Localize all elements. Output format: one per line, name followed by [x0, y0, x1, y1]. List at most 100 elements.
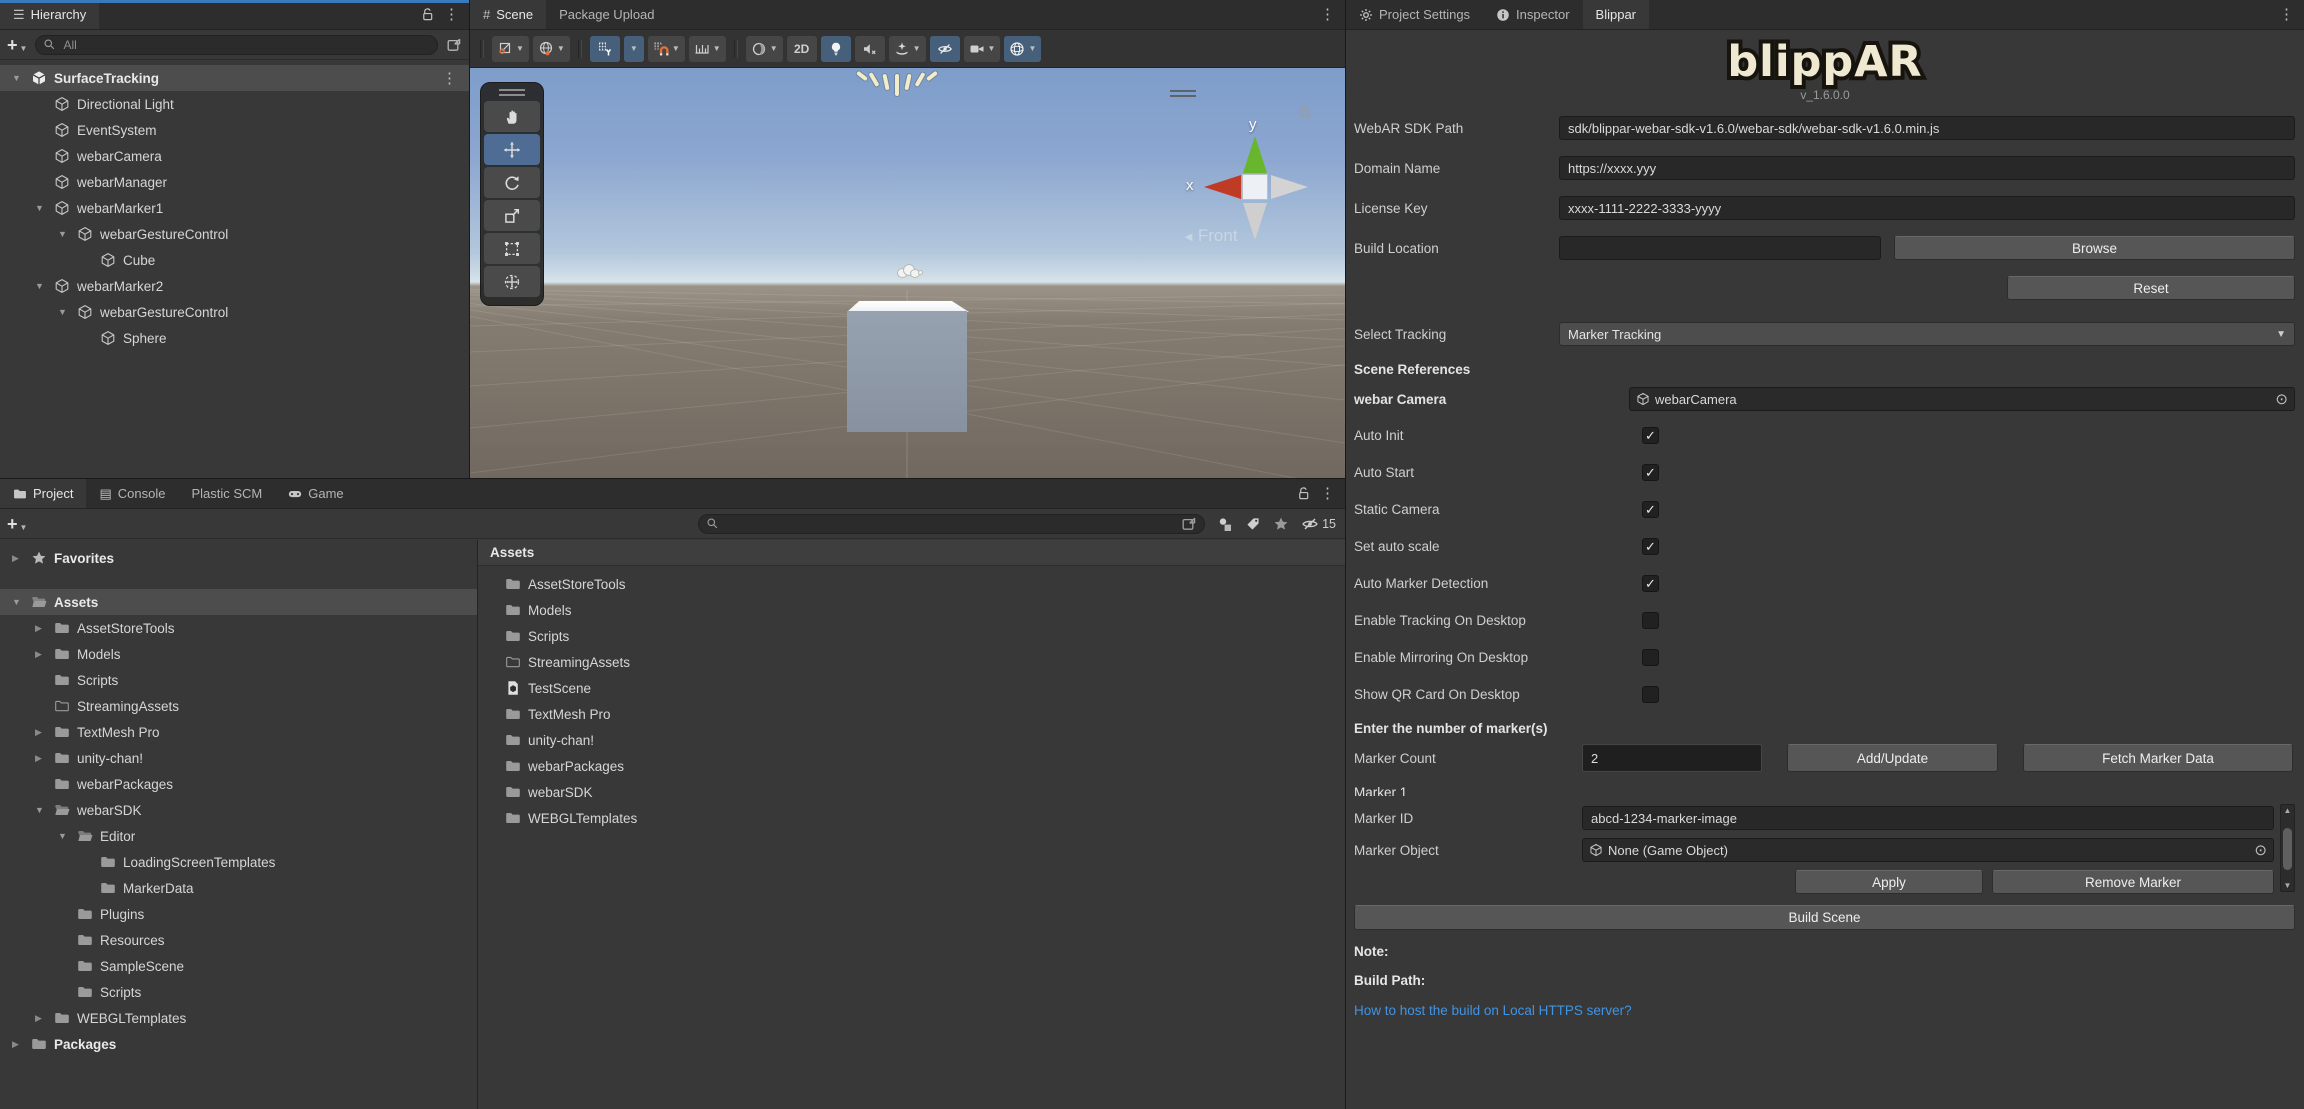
folder-tree-row[interactable]: LoadingScreenTemplates [0, 849, 477, 875]
hierarchy-row[interactable]: webarMarker1 ⋮ [0, 195, 469, 221]
folder-tree-row[interactable]: Resources [0, 927, 477, 953]
select-tracking-dropdown[interactable]: Marker Tracking ▼ [1559, 322, 2295, 346]
expand-arrow-icon[interactable] [12, 73, 31, 83]
expand-arrow-icon[interactable] [12, 553, 31, 564]
cube-object[interactable] [847, 311, 967, 432]
checkbox[interactable] [1642, 575, 1659, 592]
scrollbar-thumb[interactable] [2283, 828, 2292, 870]
hierarchy-row[interactable]: webarCamera ⋮ [0, 143, 469, 169]
audio-mute-button[interactable] [854, 35, 885, 62]
expand-arrow-icon[interactable] [35, 753, 54, 764]
webar-camera-object-field[interactable]: webarCamera ⊙ [1629, 387, 2295, 411]
checkbox[interactable] [1642, 649, 1659, 666]
checkbox[interactable] [1642, 501, 1659, 518]
view-direction-label[interactable]: ◄ Front [1182, 226, 1238, 246]
folder-tree-row[interactable]: Scripts [0, 667, 477, 693]
domain-name-field[interactable]: https://xxxx.yyy [1559, 156, 2295, 180]
hierarchy-row[interactable]: webarGestureControl ⋮ [0, 299, 469, 325]
gizmo-drag-handle[interactable] [1170, 90, 1196, 97]
tab-scene[interactable]: # Scene [470, 0, 547, 29]
expand-arrow-icon[interactable] [35, 623, 54, 634]
checkbox[interactable] [1642, 538, 1659, 555]
build-location-field[interactable] [1559, 236, 1881, 260]
pick-window-icon[interactable] [446, 37, 462, 53]
scrollbar-down-icon[interactable]: ▼ [2284, 881, 2292, 890]
filter-type-icon[interactable] [1217, 516, 1233, 532]
expand-arrow-icon[interactable] [58, 307, 77, 317]
apply-button[interactable]: Apply [1795, 870, 1983, 894]
hierarchy-row[interactable]: webarGestureControl ⋮ [0, 221, 469, 247]
asset-item[interactable]: webarSDK [478, 779, 1345, 805]
folder-tree-row[interactable]: WEBGLTemplates [0, 1005, 477, 1031]
checkbox[interactable] [1642, 686, 1659, 703]
move-tool-button[interactable] [484, 134, 540, 165]
hierarchy-row[interactable]: Cube ⋮ [0, 247, 469, 273]
object-picker-icon[interactable]: ⊙ [2271, 390, 2292, 408]
marker-scrollbar[interactable]: ▲ ▼ [2280, 804, 2295, 892]
tab-console[interactable]: ▤ Console [86, 479, 178, 508]
folder-tree-row[interactable]: Plugins [0, 901, 477, 927]
hierarchy-search-input[interactable] [61, 36, 430, 53]
kebab-menu-icon[interactable]: ⋮ [1320, 486, 1335, 501]
scene-camera-button[interactable]: ▼ [963, 35, 1001, 62]
label-tag-icon[interactable] [1245, 516, 1261, 532]
fetch-marker-data-button[interactable]: Fetch Marker Data [2023, 744, 2293, 772]
expand-arrow-icon[interactable] [35, 805, 54, 815]
folder-tree-row[interactable]: webarPackages [0, 771, 477, 797]
pivot-tool-button[interactable]: ▼ [492, 35, 529, 62]
asset-item[interactable]: webarPackages [478, 753, 1345, 779]
kebab-menu-icon[interactable]: ⋮ [2279, 7, 2294, 22]
folder-tree-row[interactable]: SampleScene [0, 953, 477, 979]
kebab-menu-icon[interactable]: ⋮ [1320, 7, 1335, 22]
kebab-menu-icon[interactable]: ⋮ [444, 7, 459, 22]
transform-tool-button[interactable] [484, 266, 540, 297]
project-search-input[interactable] [724, 515, 1177, 532]
shading-mode-button[interactable]: ▼ [745, 35, 783, 62]
hierarchy-search[interactable] [35, 34, 438, 55]
folder-tree-row[interactable]: TextMesh Pro [0, 719, 477, 745]
folder-tree-row[interactable]: Models [0, 641, 477, 667]
tab-plastic-scm[interactable]: Plastic SCM [178, 479, 275, 508]
hidden-count[interactable]: 15 [1301, 516, 1336, 532]
folder-tree-row[interactable]: StreamingAssets [0, 693, 477, 719]
south-axis-cone[interactable] [1243, 203, 1267, 240]
folder-tree-row[interactable]: AssetStoreTools [0, 615, 477, 641]
marker-count-input[interactable]: 2 [1582, 744, 1762, 772]
hierarchy-row[interactable]: SurfaceTracking ⋮ [0, 65, 469, 91]
y-axis-cone[interactable] [1243, 136, 1267, 173]
hierarchy-row[interactable]: webarManager ⋮ [0, 169, 469, 195]
kebab-menu-icon[interactable]: ⋮ [442, 69, 469, 87]
rect-tool-button[interactable] [484, 233, 540, 264]
marker-id-field[interactable]: abcd-1234-marker-image [1582, 806, 2274, 830]
object-picker-icon[interactable]: ⊙ [2250, 841, 2271, 859]
rotate-tool-button[interactable] [484, 167, 540, 198]
asset-item[interactable]: AssetStoreTools [478, 571, 1345, 597]
favorite-star-icon[interactable] [1273, 516, 1289, 532]
unlock-icon[interactable] [1297, 486, 1310, 501]
effects-button[interactable]: ▼ [888, 35, 926, 62]
snap-increment-button[interactable]: ▼ [688, 35, 726, 62]
grid-visibility-caret[interactable]: ▼ [623, 35, 644, 62]
tab-package-upload[interactable]: Package Upload [546, 0, 667, 29]
asset-item[interactable]: WEBGLTemplates [478, 805, 1345, 831]
folder-tree-row[interactable]: webarSDK [0, 797, 477, 823]
pick-window-icon[interactable] [1181, 516, 1197, 532]
https-help-link[interactable]: How to host the build on Local HTTPS ser… [1354, 1003, 2295, 1018]
expand-arrow-icon[interactable] [35, 1013, 54, 1024]
gizmo-center-cube[interactable] [1242, 174, 1268, 200]
remove-marker-button[interactable]: Remove Marker [1992, 870, 2274, 894]
checkbox[interactable] [1642, 464, 1659, 481]
tab-game[interactable]: Game [275, 479, 356, 508]
x-axis-cone[interactable] [1204, 175, 1241, 199]
license-key-field[interactable]: xxxx-1111-2222-3333-yyyy [1559, 196, 2295, 220]
hierarchy-row[interactable]: Directional Light ⋮ [0, 91, 469, 117]
hand-tool-button[interactable] [484, 101, 540, 132]
hierarchy-row[interactable]: EventSystem ⋮ [0, 117, 469, 143]
checkbox[interactable] [1642, 612, 1659, 629]
hidden-objects-button[interactable] [929, 35, 960, 62]
asset-item[interactable]: StreamingAssets [478, 649, 1345, 675]
browse-button[interactable]: Browse [1894, 236, 2295, 260]
snap-toggle-button[interactable]: ▼ [647, 35, 685, 62]
folder-tree-row[interactable]: Assets [0, 589, 477, 615]
expand-arrow-icon[interactable] [58, 831, 77, 841]
